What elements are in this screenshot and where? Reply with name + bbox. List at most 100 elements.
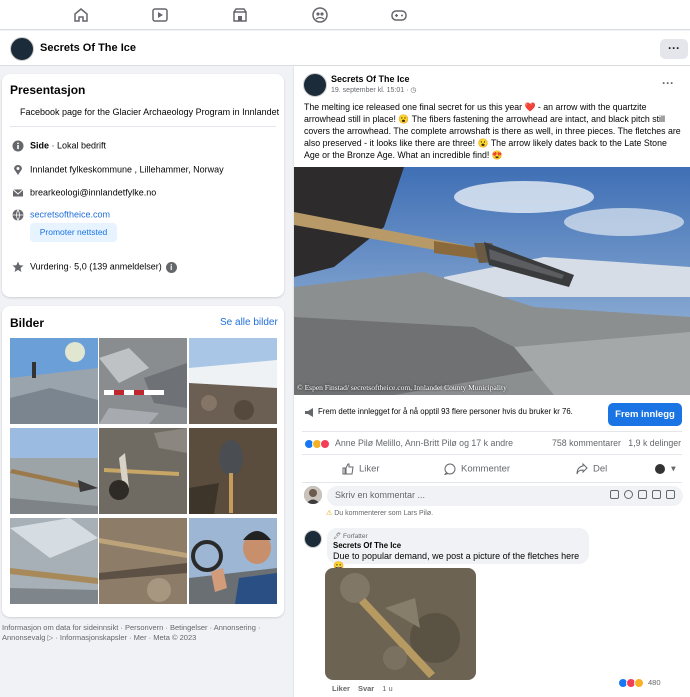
post-text: The melting ice released one final secre… xyxy=(304,102,681,160)
rating-info-icon[interactable]: i xyxy=(165,261,177,273)
email-row: brearkeologi@innlandetfylke.no xyxy=(12,187,156,199)
author-badge: 🖊 Forfatter xyxy=(333,533,368,540)
avatar-sticker-icon[interactable] xyxy=(610,490,619,499)
reaction-summary[interactable]: Anne Pilø Melillo, Ann-Britt Pilø og 17 … xyxy=(304,438,513,449)
comment-input[interactable]: Skriv en kommentar ... xyxy=(327,486,683,506)
address-text: Innlandet fylkeskommune , Lillehammer, N… xyxy=(30,164,224,175)
website-row: secretsoftheice.com xyxy=(12,209,110,221)
comment-tools xyxy=(605,490,675,501)
post-image[interactable]: © Espen Finstad/ secretsoftheice.com, In… xyxy=(294,167,690,395)
photo-thumbnail[interactable] xyxy=(10,428,98,514)
reply-reply-button[interactable]: Svar xyxy=(358,684,374,693)
comment-label: Kommenter xyxy=(461,463,511,475)
home-icon[interactable] xyxy=(72,6,90,24)
shares-count[interactable]: 1,9 k delinger xyxy=(628,438,681,448)
chevron-down-icon: ▾ xyxy=(671,463,676,475)
page-avatar-icon xyxy=(655,464,665,474)
globe-icon xyxy=(12,209,24,221)
intro-card: Presentasjon Facebook page for the Glaci… xyxy=(2,74,284,297)
thumbs-up-icon xyxy=(342,463,354,475)
reply-photo[interactable] xyxy=(325,568,476,680)
gif-icon[interactable] xyxy=(652,490,661,499)
reply-actions: Liker Svar 1 u xyxy=(332,684,393,693)
reply-author-avatar[interactable] xyxy=(304,530,322,548)
photo-thumbnail[interactable] xyxy=(189,428,277,514)
website-link[interactable]: secretsoftheice.com xyxy=(30,209,110,219)
photo-thumbnail[interactable] xyxy=(10,518,98,604)
promote-website-button[interactable]: Promoter nettsted xyxy=(30,223,117,242)
reactions-text: Anne Pilø Melillo, Ann-Britt Pilø og 17 … xyxy=(335,438,513,448)
intro-description: Facebook page for the Glacier Archaeolog… xyxy=(20,107,280,117)
share-icon xyxy=(576,462,588,475)
divider xyxy=(302,482,682,483)
photo-thumbnail[interactable] xyxy=(99,338,187,424)
comment-placeholder: Skriv en kommentar ... xyxy=(335,490,426,500)
divider xyxy=(10,126,276,127)
footer-links[interactable]: Informasjon om data for sideinnsikt · Pe… xyxy=(2,623,282,643)
reply-author-name[interactable]: Secrets Of The Ice xyxy=(333,541,583,550)
top-navigation xyxy=(0,0,690,30)
intro-title: Presentasjon xyxy=(10,83,86,97)
share-button[interactable]: Del xyxy=(576,462,608,475)
divider xyxy=(302,454,682,455)
warning-icon: ⚠ xyxy=(326,510,333,517)
emoji-icon[interactable] xyxy=(624,490,633,499)
reply-like-button[interactable]: Liker xyxy=(332,684,350,693)
more-options-button[interactable]: ··· xyxy=(660,39,688,59)
post-card: Secrets Of The Ice 19. september kl. 15:… xyxy=(294,66,690,697)
photo-thumbnail[interactable] xyxy=(189,338,277,424)
comment-as-notice: ⚠ Du kommenterer som Lars Pilø. xyxy=(326,509,433,517)
rating-text: Vurdering· 5,0 (139 anmeldelser) xyxy=(30,261,162,272)
megaphone-icon xyxy=(304,407,315,418)
comment-button[interactable]: Kommenter xyxy=(443,463,511,476)
reply-reaction-count: 480 xyxy=(648,678,661,687)
page-header: Secrets Of The Ice ··· xyxy=(0,31,690,66)
star-icon xyxy=(12,261,24,273)
user-avatar[interactable] xyxy=(304,486,322,504)
photos-title: Bilder xyxy=(10,316,45,330)
video-icon[interactable] xyxy=(151,6,169,24)
reply-reactions[interactable]: 480 xyxy=(618,678,661,689)
engagement-counts: 758 kommentarer 1,9 k delinger xyxy=(552,438,681,448)
category-value: · Lokal bedrift xyxy=(49,140,107,151)
share-label: Del xyxy=(593,463,608,475)
sticker-icon[interactable] xyxy=(666,490,675,499)
post-as-selector[interactable]: ▾ xyxy=(654,463,676,475)
category-label: Side xyxy=(30,140,50,151)
comment-as-text: Du kommenterer som Lars Pilø. xyxy=(334,510,434,517)
camera-icon[interactable] xyxy=(638,490,647,499)
divider xyxy=(302,431,682,432)
boost-post-button[interactable]: Frem innlegg xyxy=(608,403,682,426)
category-row: Side · Lokal bedrift xyxy=(12,140,106,152)
post-author-avatar[interactable] xyxy=(303,73,327,97)
photo-thumbnail[interactable] xyxy=(99,428,187,514)
post-more-button[interactable]: ··· xyxy=(662,76,674,90)
love-reaction-icon xyxy=(320,438,330,449)
page-title[interactable]: Secrets Of The Ice xyxy=(40,42,136,54)
comment-bubble: 🖊 Forfatter Secrets Of The Ice Due to po… xyxy=(327,528,589,571)
haha-reaction-icon xyxy=(634,678,644,689)
photos-card: Bilder Se alle bilder xyxy=(2,306,284,617)
groups-icon[interactable] xyxy=(311,6,329,24)
like-button[interactable]: Liker xyxy=(342,463,380,475)
rating-row: Vurdering· 5,0 (139 anmeldelser) i xyxy=(12,261,177,273)
like-label: Liker xyxy=(359,463,380,475)
page-avatar[interactable] xyxy=(10,37,34,61)
boost-text: Frem dette innlegget for å nå opptil 93 … xyxy=(318,407,573,416)
post-actions: Liker Kommenter Del ▾ xyxy=(294,460,690,482)
post-timestamp[interactable]: 19. september kl. 15:01 · ◷ xyxy=(331,86,416,94)
reply-age: 1 u xyxy=(382,684,393,693)
location-pin-icon xyxy=(12,164,24,176)
comment-icon xyxy=(443,463,456,476)
photo-thumbnail[interactable] xyxy=(10,338,98,424)
comments-count[interactable]: 758 kommentarer xyxy=(552,438,621,448)
photo-thumbnail[interactable] xyxy=(189,518,277,604)
post-author-name[interactable]: Secrets Of The Ice xyxy=(331,74,410,84)
info-icon xyxy=(12,140,24,152)
address-row: Innlandet fylkeskommune , Lillehammer, N… xyxy=(12,164,224,176)
see-all-photos-link[interactable]: Se alle bilder xyxy=(220,317,278,328)
photo-thumbnail[interactable] xyxy=(99,518,187,604)
marketplace-icon[interactable] xyxy=(231,6,249,24)
gaming-icon[interactable] xyxy=(390,6,408,24)
image-credit: © Espen Finstad/ secretsoftheice.com, In… xyxy=(297,383,507,392)
